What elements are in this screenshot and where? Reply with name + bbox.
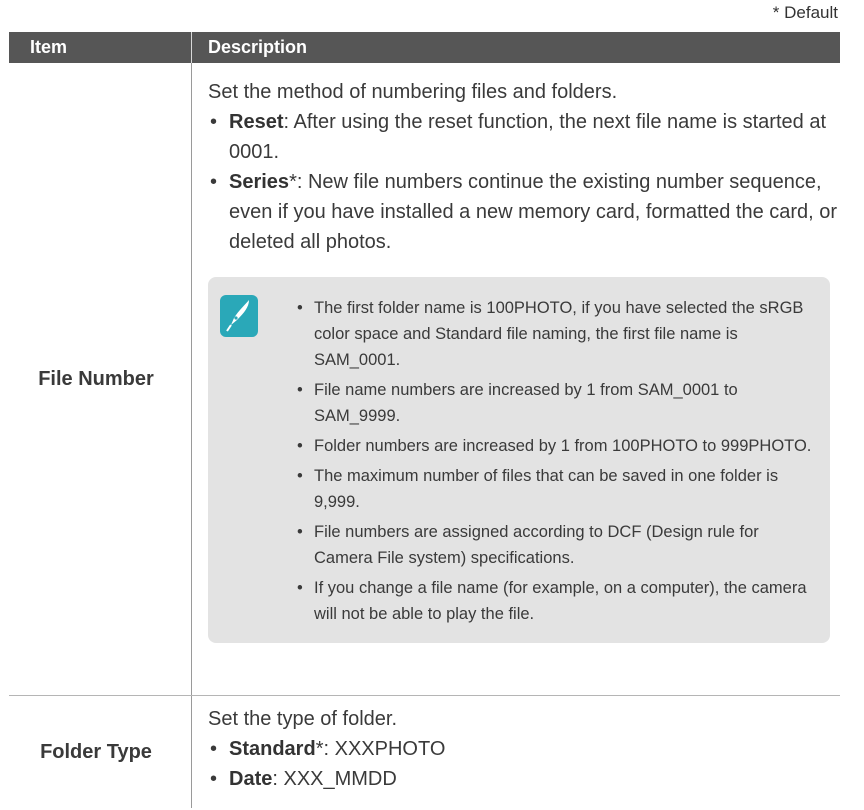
pen-nib-icon	[220, 295, 258, 337]
note-item: Folder numbers are increased by 1 from 1…	[297, 433, 812, 459]
note-item: If you change a file name (for example, …	[297, 575, 812, 627]
header-description: Description	[208, 37, 308, 57]
option-series: Series*: New file numbers continue the e…	[208, 167, 840, 257]
header-item: Item	[9, 32, 192, 63]
option-reset: Reset: After using the reset function, t…	[208, 107, 840, 167]
default-legend: * Default	[772, 3, 838, 22]
table-row: File Number Set the method of numbering …	[9, 63, 840, 696]
description-cell: Set the method of numbering files and fo…	[192, 63, 840, 695]
note-item: File name numbers are increased by 1 fro…	[297, 377, 812, 429]
item-folder-type: Folder Type	[9, 696, 192, 808]
note-box: The first folder name is 100PHOTO, if yo…	[208, 277, 830, 643]
table-row: Folder Type Set the type of folder. Stan…	[9, 696, 840, 808]
description-intro: Set the method of numbering files and fo…	[208, 81, 618, 103]
option-list: Standard*: XXXPHOTO Date: XXX_MMDD	[208, 734, 840, 794]
table-header: Item Description	[9, 32, 840, 63]
note-item: The maximum number of files that can be …	[297, 463, 812, 515]
settings-table: Item Description File Number Set the met…	[9, 32, 840, 808]
description-cell: Set the type of folder. Standard*: XXXPH…	[192, 696, 840, 808]
note-list: The first folder name is 100PHOTO, if yo…	[297, 295, 812, 631]
note-item: File numbers are assigned according to D…	[297, 519, 812, 571]
note-item: The first folder name is 100PHOTO, if yo…	[297, 295, 812, 373]
item-file-number: File Number	[9, 63, 192, 695]
option-list: Reset: After using the reset function, t…	[208, 107, 840, 257]
option-standard: Standard*: XXXPHOTO	[208, 734, 840, 764]
description-intro: Set the type of folder.	[208, 708, 398, 730]
option-date: Date: XXX_MMDD	[208, 764, 840, 794]
